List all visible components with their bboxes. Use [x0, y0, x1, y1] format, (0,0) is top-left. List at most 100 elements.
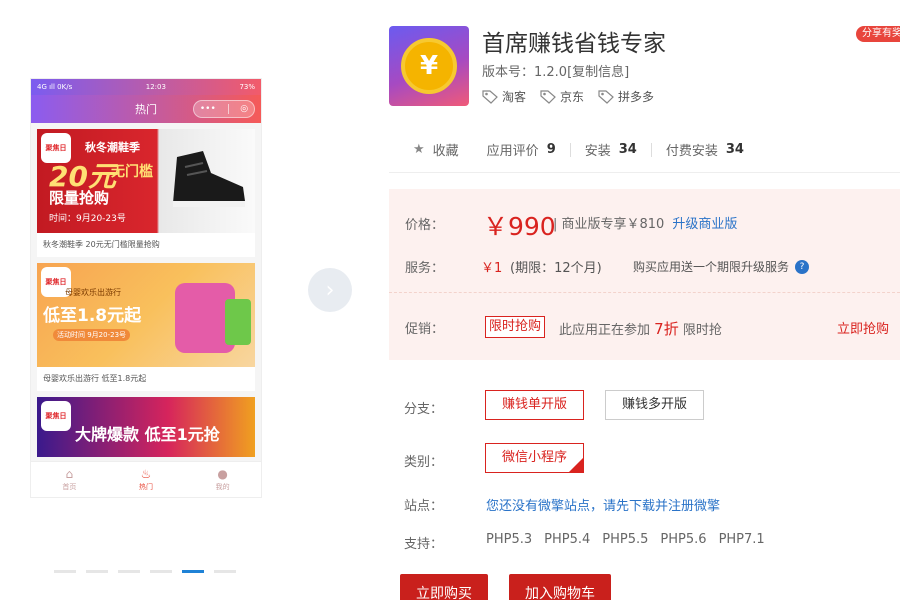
supported-php-versions: PHP5.3 PHP5.4 PHP5.5 PHP5.6 PHP7.1 [486, 532, 765, 547]
install-label: 安装 [584, 144, 611, 159]
paid-install-label: 付费安装 [665, 144, 718, 159]
divider [389, 172, 900, 173]
banner-caption: 母婴欢乐出游行 低至1.8元起 [43, 374, 147, 383]
tag-item[interactable]: 拼多多 [598, 88, 654, 105]
app-icon: ¥ [389, 26, 469, 106]
banner-cta-text: 限量抢购 [49, 189, 110, 207]
tag-icon [540, 89, 556, 104]
php-version: PHP7.1 [718, 532, 765, 547]
app-preview-screenshot: 4G ıll 0K/s 12:03 73% 热门 ••• ◎ 聚焦日 秋冬潮鞋季… [30, 78, 262, 498]
carousel-dot[interactable] [54, 570, 76, 573]
shoe-promo-banner: 聚焦日 秋冬潮鞋季 20元 无门槛 限量抢购 时间：9月20-23号 [37, 129, 255, 233]
banner-caption: 秋冬潮鞋季 20元无门槛限量抢购 [43, 240, 160, 249]
phone-nav-title: 热门 [135, 103, 157, 116]
help-icon[interactable]: ? [795, 259, 810, 274]
home-icon: ⌂ [65, 466, 74, 481]
review-stat[interactable]: 应用评价 9 [473, 140, 570, 159]
phone-status-bar: 4G ıll 0K/s 12:03 73% [31, 79, 261, 95]
banner-time: 时间：9月20-23号 [49, 214, 126, 224]
version-info[interactable]: 版本号：1.2.0[复制信息] [482, 61, 629, 80]
service-note-text: 购买应用送一个期限升级服务 [633, 260, 790, 274]
php-version: PHP5.6 [660, 532, 707, 547]
promo-label: 促销： [405, 322, 445, 337]
status-battery: 73% [239, 83, 255, 91]
add-to-cart-button[interactable]: 加入购物车 [509, 574, 611, 600]
banner-headline: 大牌爆款 低至1元抢 [75, 425, 220, 444]
site-label: 站点： [404, 499, 444, 514]
category-option-miniprogram[interactable]: 微信小程序 ✓ [485, 443, 585, 473]
branch-label: 分支： [404, 402, 444, 417]
carousel-dot[interactable] [86, 570, 108, 573]
phone-tab-label: 我的 [215, 482, 230, 491]
branch-option-single[interactable]: 赚钱单开版 [485, 390, 585, 420]
promo-prefix: 此应用正在参加 [559, 323, 651, 338]
price-value: ￥990 [483, 212, 556, 241]
status-time: 12:03 [145, 83, 166, 91]
phone-tab-bar: ⌂ 首页 ♨ 热门 ● 我的 [31, 461, 261, 497]
chevron-right-icon: › [325, 277, 335, 303]
commercial-price-text: | 商业版专享￥810 [553, 217, 665, 232]
banner-tagline: 无门槛 [111, 164, 153, 180]
flash-sale-badge: 限时抢购 [485, 316, 546, 338]
promo-suffix: 限时抢 [682, 323, 722, 338]
review-label: 应用评价 [486, 144, 539, 159]
coin-icon: ¥ [401, 38, 457, 94]
paid-install-stat: 付费安装 34 [652, 140, 758, 159]
check-icon: ✓ [575, 454, 583, 463]
buy-now-button[interactable]: 立即购买 [400, 574, 488, 600]
tag-label: 拼多多 [618, 90, 655, 104]
tag-item[interactable]: 京东 [540, 88, 584, 105]
brand-promo-banner: 聚焦日 大牌爆款 低至1元抢 [37, 397, 255, 457]
mini-program-capsule: ••• ◎ [193, 100, 255, 118]
tag-icon [482, 89, 498, 104]
banner-time: 活动时间 9月20-23号 [53, 329, 131, 341]
fire-icon: ♨ [140, 466, 152, 481]
carousel-dot[interactable] [118, 570, 140, 573]
phone-tab-mine: ● 我的 [184, 462, 261, 497]
service-price: ￥1 [481, 261, 503, 276]
phone-nav-bar: 热门 ••• ◎ [31, 95, 261, 123]
review-count: 9 [546, 142, 556, 157]
favorite-button[interactable]: ★ 收藏 [399, 140, 473, 159]
share-reward-badge[interactable]: 分享有奖 [856, 26, 900, 42]
bottle-image [225, 299, 251, 345]
phone-tab-home: ⌂ 首页 [31, 462, 108, 497]
preview-banner-card: 聚焦日 母婴欢乐出游行 低至1.8元起 活动时间 9月20-23号 母婴欢乐出游… [37, 263, 255, 391]
capsule-divider [227, 104, 229, 114]
install-count: 34 [618, 142, 637, 157]
service-label: 服务： [405, 261, 445, 276]
register-site-link[interactable]: 您还没有微擎站点，请先下载并注册微擎 [486, 495, 720, 514]
yen-symbol: ¥ [419, 51, 439, 81]
baby-promo-banner: 聚焦日 母婴欢乐出游行 低至1.8元起 活动时间 9月20-23号 [37, 263, 255, 367]
service-note: 购买应用送一个期限升级服务 ? [633, 258, 810, 275]
promo-discount: 7折 [654, 320, 679, 338]
php-version: PHP5.5 [602, 532, 649, 547]
tag-item[interactable]: 淘客 [482, 88, 526, 105]
app-stats-bar: ★ 收藏 应用评价 9 安装 34 付费安装 34 [399, 140, 758, 159]
carousel-dot[interactable] [150, 570, 172, 573]
carousel-dots [54, 570, 236, 573]
php-version: PHP5.4 [544, 532, 591, 547]
user-icon: ● [217, 466, 228, 481]
category-label: 类别： [404, 455, 444, 470]
phone-tab-label: 首页 [62, 482, 77, 491]
service-period: (期限：12个月) [510, 261, 602, 276]
support-label: 支持： [404, 537, 444, 552]
close-circle-icon: ◎ [240, 104, 249, 114]
carousel-dot-active[interactable] [182, 570, 204, 573]
pricing-divider [389, 292, 900, 293]
banner-subtitle: 秋冬潮鞋季 [85, 141, 140, 154]
install-stat: 安装 34 [571, 140, 651, 159]
preview-banner-card: 聚焦日 大牌爆款 低至1元抢 [37, 397, 255, 457]
branch-option-multi[interactable]: 赚钱多开版 [605, 390, 705, 420]
tag-icon [598, 89, 614, 104]
tag-label: 淘客 [502, 90, 527, 104]
carousel-dot[interactable] [214, 570, 236, 573]
app-tags: 淘客 京东 拼多多 [482, 88, 654, 105]
preview-banner-card: 聚焦日 秋冬潮鞋季 20元 无门槛 限量抢购 时间：9月20-23号 秋冬潮鞋季… [37, 129, 255, 257]
flash-buy-link[interactable]: 立即抢购 [837, 318, 889, 337]
upgrade-commercial-link[interactable]: 升级商业版 [672, 217, 737, 232]
category-option-label: 微信小程序 [502, 450, 568, 465]
carousel-next-button[interactable]: › [308, 268, 352, 312]
banner-headline: 低至1.8元起 [43, 306, 142, 326]
